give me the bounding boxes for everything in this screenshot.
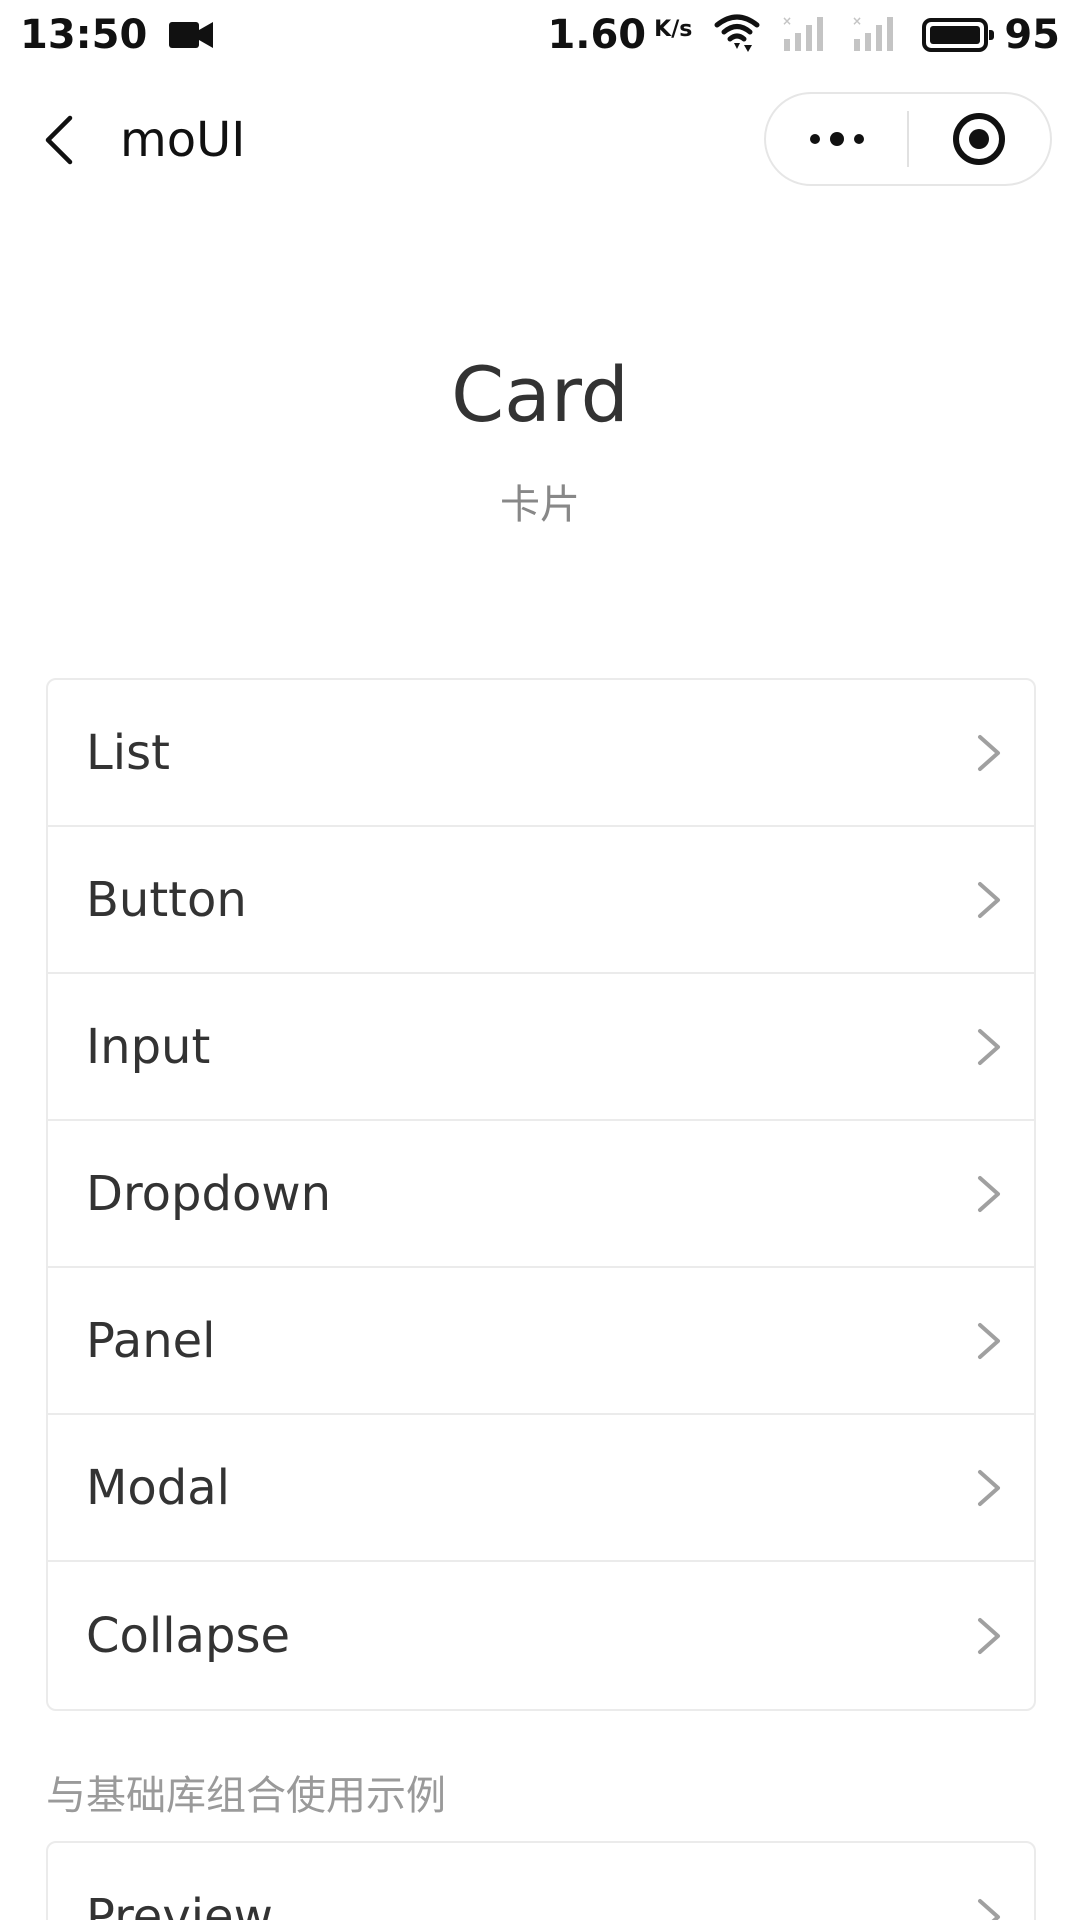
page-title: Card: [451, 350, 629, 439]
status-time: 13:50: [20, 12, 148, 58]
chevron-right-icon: [974, 731, 1004, 775]
battery-icon: [922, 18, 995, 52]
signal-icon: ×: [852, 13, 900, 57]
list-item-panel[interactable]: Panel: [48, 1268, 1034, 1415]
nav-title: moUI: [120, 112, 246, 168]
page: 13:50 1.60 K/s × × 95 moUI Card 卡片 List …: [0, 0, 1080, 1920]
list-item-preview[interactable]: Preview: [48, 1843, 1034, 1920]
status-bar: 13:50 1.60 K/s × × 95: [0, 0, 1080, 70]
chevron-right-icon: [974, 878, 1004, 922]
battery-level: 95: [1004, 12, 1060, 58]
mini-program-capsule: [764, 92, 1052, 186]
chevron-right-icon: [974, 1466, 1004, 1510]
chevron-right-icon: [974, 1025, 1004, 1069]
svg-text:×: ×: [782, 14, 792, 28]
status-right: 1.60 K/s × × 95: [547, 12, 1060, 58]
chevron-right-icon: [974, 1614, 1004, 1658]
list-item-label: Input: [86, 1018, 211, 1075]
battery-fill: [930, 26, 981, 44]
list-item-modal[interactable]: Modal: [48, 1415, 1034, 1562]
target-circle-icon[interactable]: [909, 94, 1050, 184]
signal-icon: ×: [782, 13, 830, 57]
network-speed-unit: K/s: [654, 16, 693, 42]
list-item-label: List: [86, 724, 170, 781]
list-item-label: Panel: [86, 1312, 216, 1369]
section-label: 与基础库组合使用示例: [46, 1773, 446, 1819]
list-item-list[interactable]: List: [48, 680, 1034, 827]
list-item-label: Dropdown: [86, 1165, 331, 1222]
more-dots-icon[interactable]: [766, 94, 907, 184]
list-item-label: Modal: [86, 1459, 230, 1516]
chevron-left-icon[interactable]: [40, 110, 80, 170]
list-item-label: Button: [86, 871, 247, 928]
example-list-card: Preview: [46, 1841, 1036, 1920]
network-speed: 1.60: [547, 12, 647, 58]
chevron-right-icon: [974, 1895, 1004, 1920]
list-item-collapse[interactable]: Collapse: [48, 1562, 1034, 1709]
list-item-label: Preview: [86, 1888, 273, 1920]
list-item-input[interactable]: Input: [48, 974, 1034, 1121]
list-item-dropdown[interactable]: Dropdown: [48, 1121, 1034, 1268]
wifi-icon: [714, 13, 760, 57]
video-camera-icon: [169, 20, 214, 50]
list-item-label: Collapse: [86, 1607, 290, 1664]
nav-bar: moUI: [0, 70, 1080, 210]
list-item-button[interactable]: Button: [48, 827, 1034, 974]
page-subtitle: 卡片: [500, 482, 580, 528]
chevron-right-icon: [974, 1319, 1004, 1363]
chevron-right-icon: [974, 1172, 1004, 1216]
component-list-card: List Button Input Dropdown Panel Modal C…: [46, 678, 1036, 1711]
svg-text:×: ×: [852, 14, 862, 28]
